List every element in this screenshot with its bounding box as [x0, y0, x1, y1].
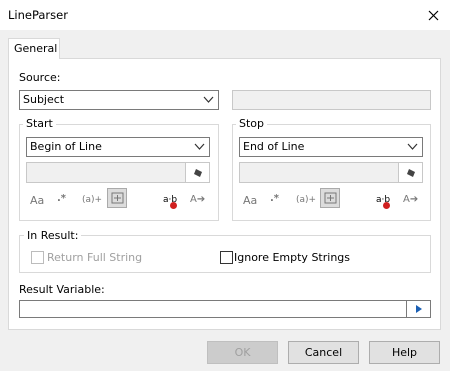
regex-icon[interactable]: .* — [270, 193, 279, 204]
result-variable-picker-button[interactable] — [406, 301, 430, 317]
group-icon[interactable]: (a)+ — [82, 195, 102, 205]
result-variable-label: Result Variable: — [19, 283, 105, 296]
stop-text-field[interactable] — [239, 162, 423, 183]
in-result-title: In Result: — [24, 229, 82, 242]
chevron-down-icon — [194, 143, 205, 150]
tab-general[interactable]: General — [8, 38, 60, 59]
start-pick-button[interactable] — [185, 163, 209, 182]
start-text-field[interactable] — [26, 162, 210, 183]
close-button[interactable] — [422, 5, 444, 25]
wildcard-icon — [111, 192, 123, 204]
error-badge-icon — [383, 202, 390, 209]
start-mode-value: Begin of Line — [30, 140, 102, 153]
return-full-string-checkbox[interactable] — [31, 251, 44, 264]
source-label: Source: — [19, 71, 61, 84]
chevron-down-icon — [203, 96, 214, 103]
cancel-button[interactable]: Cancel — [288, 341, 359, 364]
help-button[interactable]: Help — [369, 341, 440, 364]
start-group-title: Start — [23, 117, 56, 130]
source-select[interactable]: Subject — [19, 90, 219, 110]
stop-mode-value: End of Line — [243, 140, 305, 153]
return-full-string-label: Return Full String — [47, 251, 143, 264]
error-badge-icon — [170, 202, 177, 209]
window-title: LineParser — [8, 8, 68, 22]
replace-icon[interactable]: A➔ — [403, 194, 418, 205]
eraser-icon — [406, 168, 415, 177]
chevron-down-icon — [407, 143, 418, 150]
stop-pick-button[interactable] — [398, 163, 422, 182]
result-variable-field[interactable] — [19, 300, 431, 318]
group-icon[interactable]: (a)+ — [296, 195, 316, 205]
source-select-value: Subject — [23, 93, 65, 106]
start-mode-select[interactable]: Begin of Line — [26, 137, 210, 157]
case-sensitive-icon[interactable]: Aa — [30, 194, 44, 207]
ok-button[interactable]: OK — [207, 341, 278, 364]
replace-icon[interactable]: A➔ — [190, 194, 205, 205]
play-arrow-icon — [415, 305, 422, 313]
stop-mode-select[interactable]: End of Line — [239, 137, 423, 157]
regex-icon[interactable]: .* — [57, 193, 66, 204]
wildcard-toggle[interactable] — [320, 188, 340, 208]
wildcard-toggle[interactable] — [107, 188, 127, 208]
source-text-field[interactable] — [232, 90, 431, 110]
ignore-empty-strings-checkbox[interactable] — [220, 251, 233, 264]
close-icon — [428, 10, 438, 20]
case-sensitive-icon[interactable]: Aa — [243, 194, 257, 207]
ignore-empty-strings-label: Ignore Empty Strings — [234, 251, 350, 264]
wildcard-icon — [324, 192, 336, 204]
stop-group-title: Stop — [236, 117, 268, 130]
eraser-icon — [193, 168, 202, 177]
